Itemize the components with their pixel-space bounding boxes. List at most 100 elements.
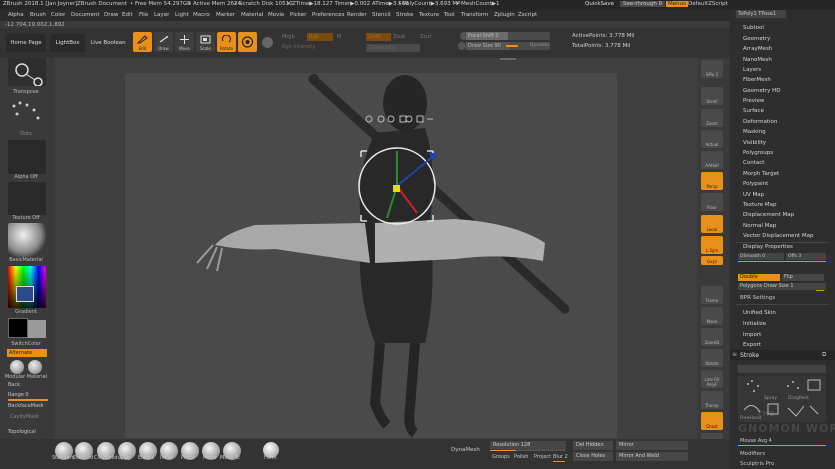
frame-button[interactable]: Frame: [701, 286, 723, 304]
zadd-toggle[interactable]: Zadd: [366, 33, 391, 41]
project-toggle[interactable]: Project: [534, 454, 551, 460]
stroke-dots-thumb[interactable]: [8, 98, 46, 132]
mrgb-toggle[interactable]: Mrgb: [282, 34, 295, 40]
menu-document[interactable]: Document: [71, 12, 100, 18]
palette-layers[interactable]: Layers: [743, 67, 761, 73]
blur-slider[interactable]: Blur 2: [553, 454, 568, 460]
alternate-button[interactable]: Alternate: [7, 349, 47, 357]
live-boolean-button[interactable]: Live Boolean: [89, 34, 127, 52]
menu-movie[interactable]: Movie: [268, 12, 284, 18]
alpha-thumb[interactable]: [8, 140, 46, 174]
range-slider[interactable]: Range 0: [8, 392, 29, 398]
zoom-button[interactable]: Zoom: [701, 109, 723, 127]
polyf-button[interactable]: Line Fill PolyF: [701, 370, 723, 388]
move-view-button[interactable]: Move: [701, 307, 723, 325]
palette-contact[interactable]: Contact: [743, 160, 764, 166]
mirror-button[interactable]: Mirror: [616, 441, 688, 450]
secondary-color-swatch[interactable]: [28, 320, 46, 338]
mouse-avg-slider[interactable]: Mouse Avg 4: [740, 438, 772, 444]
palette-popout-icon[interactable]: ⧉: [822, 351, 826, 359]
palette-geometry-hd[interactable]: Geometry HD: [743, 88, 781, 94]
palette-vector-displacement-map[interactable]: Vector Displacement Map: [743, 233, 813, 239]
palette-texture-map[interactable]: Texture Map: [743, 202, 777, 208]
polygons-draw-size-slider[interactable]: Polygons Draw Size 1: [738, 283, 826, 290]
rotate-mode-button[interactable]: Rotate: [217, 32, 236, 52]
modular-material-sphere[interactable]: [10, 360, 24, 374]
palette-normal-map[interactable]: Normal Map: [743, 223, 776, 229]
palette-polypaint[interactable]: Polypaint: [743, 181, 768, 187]
menu-marker[interactable]: Marker: [216, 12, 235, 18]
mirror-and-weld-button[interactable]: Mirror And Weld: [616, 452, 688, 461]
menu-color[interactable]: Color: [51, 12, 65, 18]
menu-file[interactable]: File: [139, 12, 148, 18]
zoomd-button[interactable]: ZoomD: [701, 328, 723, 346]
rgb-intensity-slider[interactable]: Rgb Intensity: [282, 44, 315, 50]
local-button[interactable]: Local: [701, 215, 723, 233]
palette-import[interactable]: Import: [743, 332, 761, 338]
dragrect-stroke-label[interactable]: DragRect: [788, 396, 809, 401]
zsub-toggle[interactable]: Zsub: [393, 34, 405, 40]
menu-zplugin[interactable]: Zplugin: [494, 12, 515, 18]
see-through-slider[interactable]: See-through 0: [620, 1, 666, 7]
palette-nanomesh[interactable]: NanoMesh: [743, 57, 772, 63]
quicksave-button[interactable]: QuickSave: [585, 1, 614, 7]
focal-shift-slider[interactable]: Focal Shift 0: [466, 32, 550, 40]
menu-render[interactable]: Render: [347, 12, 367, 18]
document-canvas[interactable]: [125, 73, 617, 438]
modular-material-sphere-2[interactable]: [28, 360, 42, 374]
dynamic-toggle[interactable]: Dynamic: [530, 43, 550, 48]
close-holes-button[interactable]: Close Holes: [573, 452, 613, 461]
menu-material[interactable]: Material: [241, 12, 263, 18]
menu-zscript[interactable]: Zscript: [518, 12, 537, 18]
palette-morph-target[interactable]: Morph Target: [743, 171, 779, 177]
palette-uv-map[interactable]: UV Map: [743, 192, 764, 198]
m-toggle[interactable]: M: [337, 34, 341, 40]
bpr-settings-button[interactable]: BPR Settings: [740, 295, 775, 301]
texture-thumb[interactable]: [8, 182, 46, 215]
spix-button[interactable]: SPix 3: [701, 60, 723, 78]
flip-button[interactable]: Flip: [782, 274, 824, 281]
polish-toggle[interactable]: Polish: [514, 454, 528, 460]
groups-toggle[interactable]: Groups: [492, 454, 510, 460]
back-toggle[interactable]: Back: [8, 382, 20, 388]
palette-surface[interactable]: Surface: [743, 108, 764, 114]
double-button[interactable]: Double: [738, 274, 780, 281]
menu-stencil[interactable]: Stencil: [372, 12, 391, 18]
lightbox-button[interactable]: LightBox: [50, 34, 85, 52]
palette-geometry[interactable]: Geometry: [743, 36, 770, 42]
gxyz-button[interactable]: Gxyz: [701, 256, 723, 265]
palette-preview[interactable]: Preview: [743, 98, 764, 104]
z-intensity-slider[interactable]: Z Intensity: [366, 44, 420, 52]
stroke-palette-header[interactable]: Stroke ≡ ⧉: [730, 350, 835, 360]
material-sphere-icon[interactable]: [262, 37, 273, 48]
main-color-swatch[interactable]: [8, 318, 28, 338]
backface-mask-toggle[interactable]: BackfaceMask: [8, 403, 44, 409]
menu-tool[interactable]: Tool: [444, 12, 455, 18]
menus-button[interactable]: Menus: [666, 1, 688, 7]
lsym-button[interactable]: L.Sym: [701, 236, 723, 254]
dynamesh-button[interactable]: DynaMesh: [451, 447, 480, 453]
palette-fibermesh[interactable]: FiberMesh: [743, 77, 771, 83]
move-mode-button[interactable]: Move: [175, 32, 194, 52]
floor-button[interactable]: Floor: [701, 193, 723, 211]
dsmooth-slider[interactable]: DSmooth 0: [738, 253, 784, 260]
palette-display-properties[interactable]: Display Properties: [743, 244, 793, 250]
menu-texture[interactable]: Texture: [419, 12, 439, 18]
sculptris-pro-section[interactable]: Sculptris Pro: [740, 461, 774, 467]
menu-stroke[interactable]: Stroke: [396, 12, 414, 18]
switch-color-label[interactable]: SwitchColor: [0, 341, 52, 347]
actual-button[interactable]: Actual: [701, 130, 723, 148]
rgb-toggle[interactable]: Rgb: [307, 33, 333, 41]
aahalf-button[interactable]: AAHalf: [701, 151, 723, 169]
edit-mode-button[interactable]: Edit: [133, 32, 152, 52]
viewport-handle[interactable]: [500, 58, 516, 60]
palette-polygroups[interactable]: Polygroups: [743, 150, 773, 156]
palette-subtool[interactable]: Subtool: [743, 25, 764, 31]
palette-visibility[interactable]: Visibility: [743, 140, 766, 146]
subtool-search[interactable]: ToPoly1 TPose1: [736, 10, 786, 18]
rotate-view-button[interactable]: Rotate: [701, 349, 723, 367]
home-page-button[interactable]: Home Page: [6, 34, 46, 52]
gizmo-3d-button[interactable]: [238, 32, 257, 52]
palette-masking[interactable]: Masking: [743, 129, 766, 135]
menu-brush[interactable]: Brush: [30, 12, 46, 18]
